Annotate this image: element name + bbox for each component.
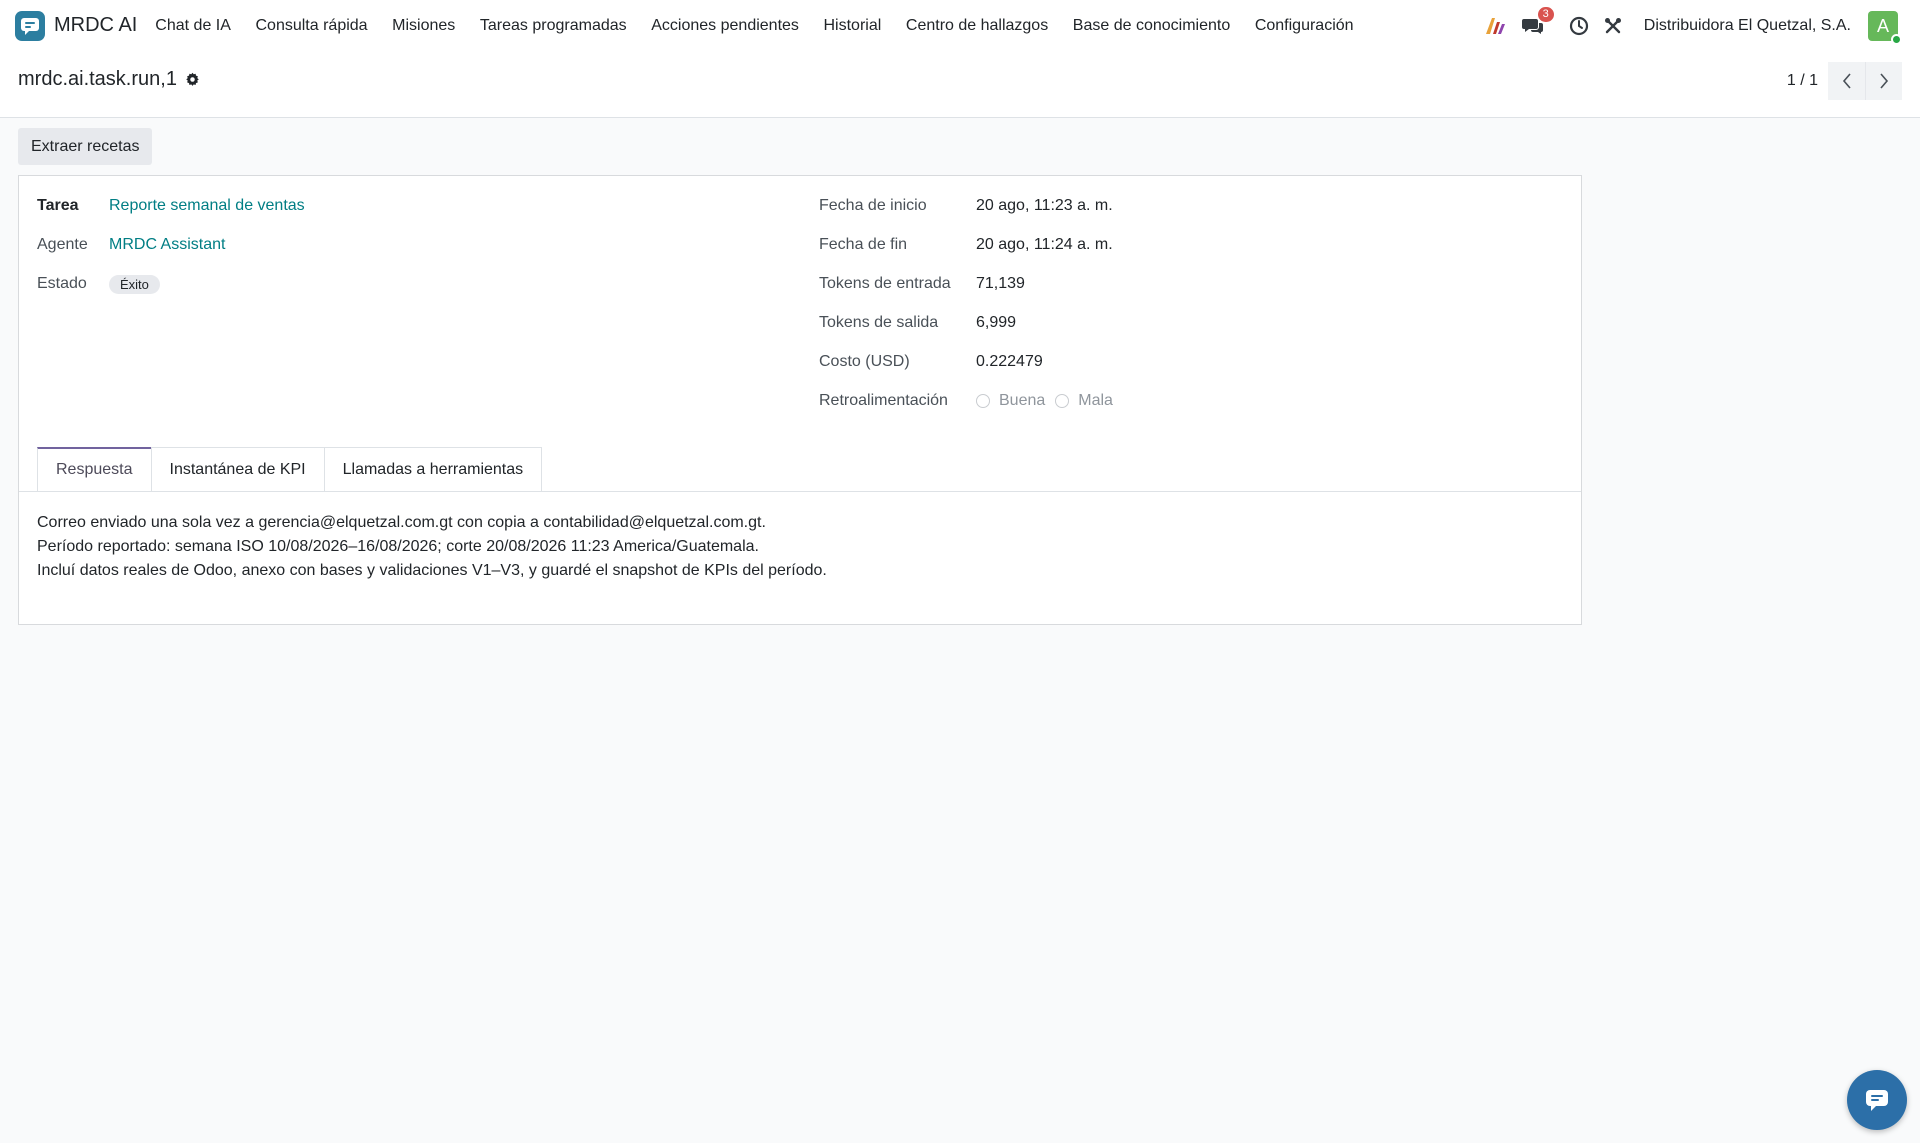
- app-logo-icon[interactable]: [15, 11, 45, 41]
- end-date-label: Fecha de fin: [819, 236, 908, 253]
- response-line: Incluí datos reales de Odoo, anexo con b…: [37, 562, 827, 579]
- top-navbar: MRDC AI Chat de IA Consulta rápida Misio…: [0, 0, 1920, 52]
- pager-previous-button[interactable]: [1828, 62, 1865, 100]
- feedback-good-label[interactable]: Buena: [999, 392, 1045, 410]
- tab-respuesta[interactable]: Respuesta: [37, 447, 152, 491]
- menu-centro-hallazgos[interactable]: Centro de hallazgos: [894, 17, 1061, 35]
- online-status-dot: [1891, 34, 1902, 45]
- response-line: Correo enviado una sola vez a gerencia@e…: [37, 514, 766, 531]
- start-date-value: 20 ago, 11:23 a. m.: [976, 197, 1113, 214]
- response-text: Correo enviado una sola vez a gerencia@e…: [37, 511, 827, 583]
- menu-misiones[interactable]: Misiones: [380, 17, 468, 35]
- tokens-out-value: 6,999: [976, 314, 1017, 331]
- feedback-field: Retroalimentación Buena Mala: [819, 389, 1123, 413]
- feedback-good-radio[interactable]: [976, 394, 990, 408]
- control-panel: mrdc.ai.task.run,1 1 / 1: [0, 52, 1920, 118]
- start-date-label: Fecha de inicio: [819, 197, 927, 214]
- ai-logo-icon[interactable]: [1484, 15, 1506, 37]
- systray: 3 Distribuidora El Quetzal, S.A. A: [1484, 0, 1920, 52]
- end-date-value: 20 ago, 11:24 a. m.: [976, 236, 1113, 253]
- chat-fab-icon: [1866, 1090, 1888, 1111]
- main-menu: Chat de IA Consulta rápida Misiones Tare…: [143, 0, 1366, 52]
- menu-configuracion[interactable]: Configuración: [1243, 17, 1366, 35]
- feedback-radio-group: Buena Mala: [976, 392, 1123, 410]
- tokens-in-field: Tokens de entrada 71,139: [819, 272, 1025, 296]
- chevron-left-icon: [1842, 73, 1851, 89]
- chevron-right-icon: [1880, 73, 1889, 89]
- menu-base-conocimiento[interactable]: Base de conocimiento: [1061, 17, 1243, 35]
- pager-value[interactable]: 1 / 1: [1787, 72, 1818, 90]
- notebook-tabs: Respuesta Instantánea de KPI Llamadas a …: [37, 447, 543, 491]
- feedback-bad-radio[interactable]: [1055, 394, 1070, 408]
- task-link[interactable]: Reporte semanal de ventas: [109, 197, 305, 215]
- status-field: Estado Éxito: [37, 272, 160, 296]
- pager: 1 / 1: [1787, 62, 1902, 100]
- gear-icon[interactable]: [185, 72, 200, 87]
- agent-field: Agente MRDC Assistant: [37, 233, 225, 257]
- menu-tareas-programadas[interactable]: Tareas programadas: [468, 17, 639, 35]
- menu-chat-ia[interactable]: Chat de IA: [143, 17, 243, 35]
- start-date-field: Fecha de inicio 20 ago, 11:23 a. m.: [819, 194, 1113, 218]
- clock-icon[interactable]: [1568, 15, 1590, 37]
- tokens-out-label: Tokens de salida: [819, 314, 939, 331]
- user-avatar[interactable]: A: [1868, 11, 1902, 45]
- tools-icon[interactable]: [1602, 15, 1624, 37]
- form-sheet: Tarea Reporte semanal de ventas Agente M…: [18, 175, 1582, 625]
- tab-divider: [19, 491, 1581, 492]
- messages-count-badge: 3: [1537, 7, 1554, 22]
- tokens-in-value: 71,139: [976, 275, 1025, 292]
- cost-value: 0.222479: [976, 353, 1043, 370]
- company-switcher[interactable]: Distribuidora El Quetzal, S.A.: [1644, 17, 1851, 35]
- tab-instantanea-kpi[interactable]: Instantánea de KPI: [150, 447, 325, 491]
- avatar-letter: A: [1876, 15, 1889, 36]
- extract-recipes-button[interactable]: Extraer recetas: [18, 128, 153, 165]
- status-label: Estado: [37, 275, 87, 292]
- end-date-field: Fecha de fin 20 ago, 11:24 a. m.: [819, 233, 1113, 257]
- breadcrumb: mrdc.ai.task.run,1: [18, 68, 200, 91]
- task-label: Tarea: [37, 197, 79, 214]
- menu-historial[interactable]: Historial: [811, 17, 893, 35]
- agent-label: Agente: [37, 236, 88, 253]
- menu-consulta-rapida[interactable]: Consulta rápida: [243, 17, 380, 35]
- tokens-out-field: Tokens de salida 6,999: [819, 311, 1016, 335]
- feedback-bad-label[interactable]: Mala: [1078, 392, 1113, 410]
- pager-next-button[interactable]: [1865, 62, 1902, 100]
- app-name[interactable]: MRDC AI: [54, 14, 137, 37]
- tokens-in-label: Tokens de entrada: [819, 275, 951, 292]
- status-badge: Éxito: [109, 274, 160, 294]
- feedback-label: Retroalimentación: [819, 392, 948, 409]
- menu-acciones-pendientes[interactable]: Acciones pendientes: [639, 17, 811, 35]
- agent-link[interactable]: MRDC Assistant: [109, 236, 225, 254]
- response-line: Período reportado: semana ISO 10/08/2026…: [37, 538, 759, 555]
- record-title: mrdc.ai.task.run,1: [18, 68, 177, 90]
- messages-icon[interactable]: 3: [1521, 7, 1554, 37]
- tab-llamadas-herramientas[interactable]: Llamadas a herramientas: [323, 447, 543, 491]
- task-field: Tarea Reporte semanal de ventas: [37, 194, 305, 218]
- cost-label: Costo (USD): [819, 353, 910, 370]
- chat-fab-button[interactable]: [1847, 1070, 1907, 1130]
- cost-field: Costo (USD) 0.222479: [819, 350, 1043, 374]
